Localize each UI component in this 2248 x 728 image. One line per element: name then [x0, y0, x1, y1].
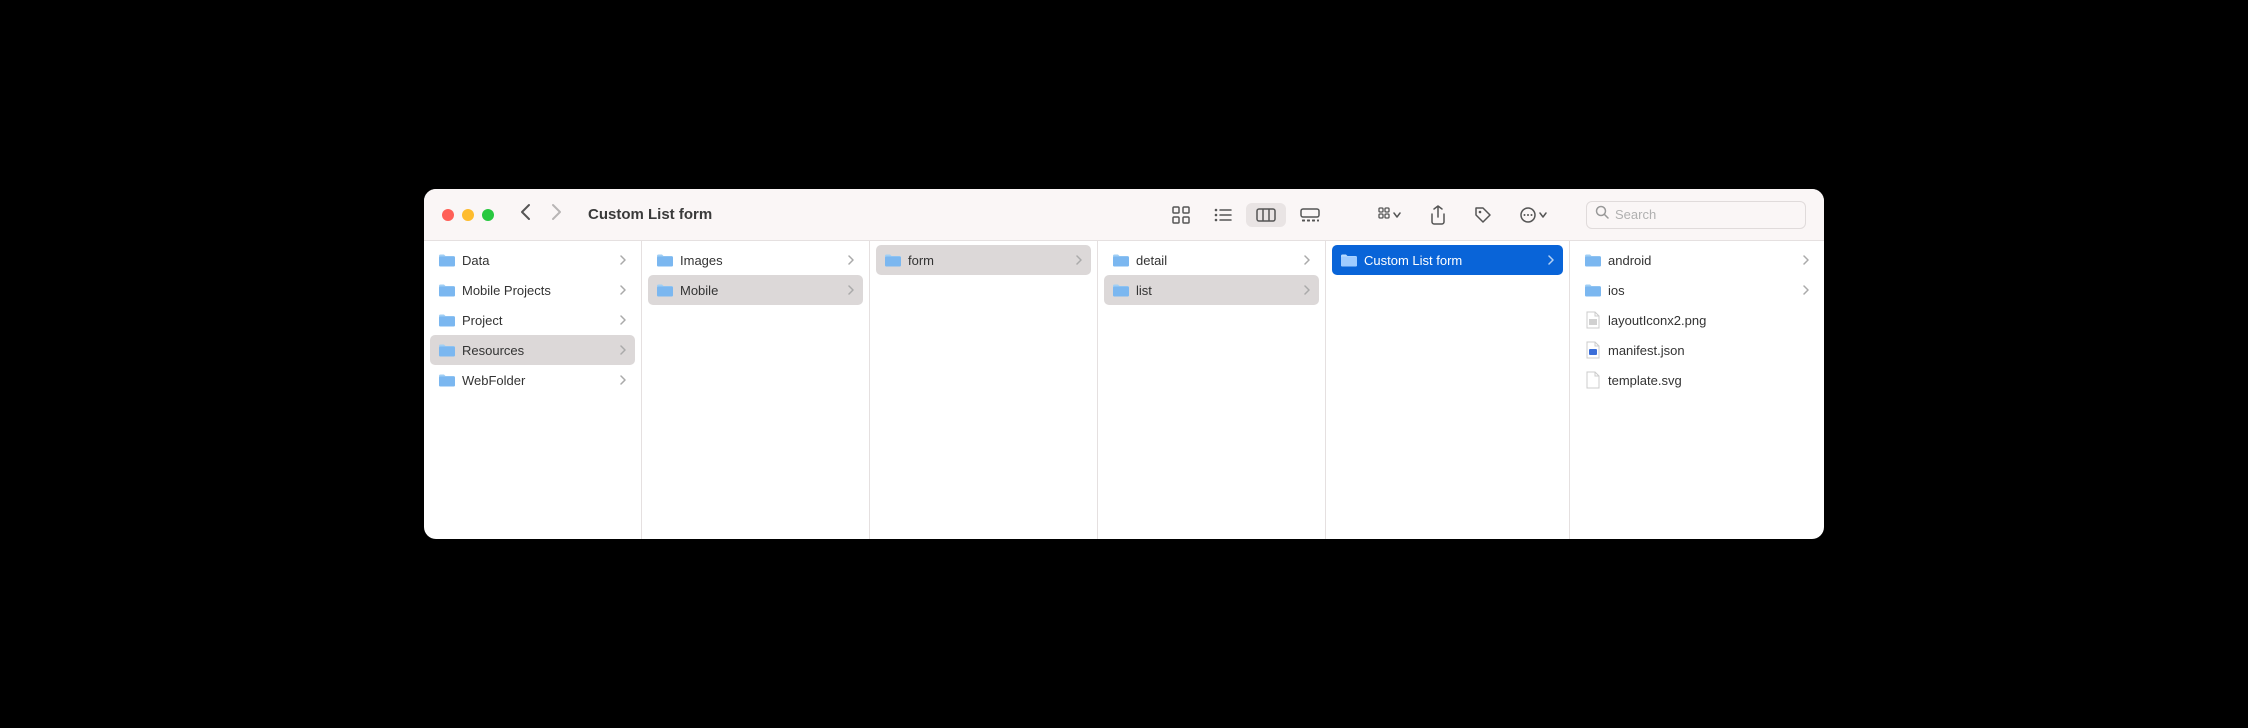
forward-button[interactable] [551, 203, 562, 226]
nav-arrows [520, 203, 562, 226]
file-item[interactable]: manifest.json [1576, 335, 1818, 365]
columns-container: Data Mobile Projects Project Resources WebFo… [424, 241, 1824, 539]
folder-item[interactable]: Resources [430, 335, 635, 365]
file-item[interactable]: layoutIconx2.png [1576, 305, 1818, 335]
action-button[interactable] [1520, 206, 1548, 224]
back-button[interactable] [520, 203, 531, 226]
close-window-button[interactable] [442, 209, 454, 221]
share-button[interactable] [1430, 205, 1446, 225]
column: Data Mobile Projects Project Resources WebFo… [424, 241, 642, 539]
finder-window: Custom List form [424, 189, 1824, 539]
list-view-button[interactable] [1204, 203, 1242, 227]
column-view-button[interactable] [1246, 203, 1286, 227]
item-label: Mobile [680, 283, 842, 298]
toolbar-actions [1378, 205, 1548, 225]
item-label: Project [462, 313, 614, 328]
minimize-window-button[interactable] [462, 209, 474, 221]
maximize-window-button[interactable] [482, 209, 494, 221]
folder-item[interactable]: Mobile Projects [430, 275, 635, 305]
item-label: android [1608, 253, 1797, 268]
folder-item[interactable]: list [1104, 275, 1319, 305]
group-button[interactable] [1378, 207, 1402, 223]
item-label: WebFolder [462, 373, 614, 388]
folder-item[interactable]: Custom List form [1332, 245, 1563, 275]
toolbar: Custom List form [424, 189, 1824, 241]
item-label: Data [462, 253, 614, 268]
icon-view-button[interactable] [1162, 201, 1200, 229]
folder-item[interactable]: Images [648, 245, 863, 275]
item-label: template.svg [1608, 373, 1810, 388]
item-label: detail [1136, 253, 1298, 268]
item-label: manifest.json [1608, 343, 1810, 358]
search-input[interactable] [1615, 207, 1797, 222]
item-label: Custom List form [1364, 253, 1542, 268]
item-label: form [908, 253, 1070, 268]
column: form [870, 241, 1098, 539]
folder-item[interactable]: WebFolder [430, 365, 635, 395]
column: Custom List form [1326, 241, 1570, 539]
gallery-view-button[interactable] [1290, 203, 1330, 227]
folder-item[interactable]: detail [1104, 245, 1319, 275]
column: detail list [1098, 241, 1326, 539]
item-label: Mobile Projects [462, 283, 614, 298]
folder-item[interactable]: android [1576, 245, 1818, 275]
traffic-lights [442, 209, 494, 221]
tags-button[interactable] [1474, 206, 1492, 224]
folder-item[interactable]: Project [430, 305, 635, 335]
item-label: Resources [462, 343, 614, 358]
item-label: ios [1608, 283, 1797, 298]
view-controls [1162, 201, 1330, 229]
search-icon [1595, 205, 1609, 224]
folder-item[interactable]: form [876, 245, 1091, 275]
file-item[interactable]: template.svg [1576, 365, 1818, 395]
window-title: Custom List form [588, 206, 712, 223]
search-box[interactable] [1586, 201, 1806, 229]
folder-item[interactable]: Mobile [648, 275, 863, 305]
column: android ios layoutIconx2.png manifest.json t… [1570, 241, 1824, 539]
item-label: layoutIconx2.png [1608, 313, 1810, 328]
column: Images Mobile [642, 241, 870, 539]
folder-item[interactable]: Data [430, 245, 635, 275]
folder-item[interactable]: ios [1576, 275, 1818, 305]
item-label: Images [680, 253, 842, 268]
item-label: list [1136, 283, 1298, 298]
